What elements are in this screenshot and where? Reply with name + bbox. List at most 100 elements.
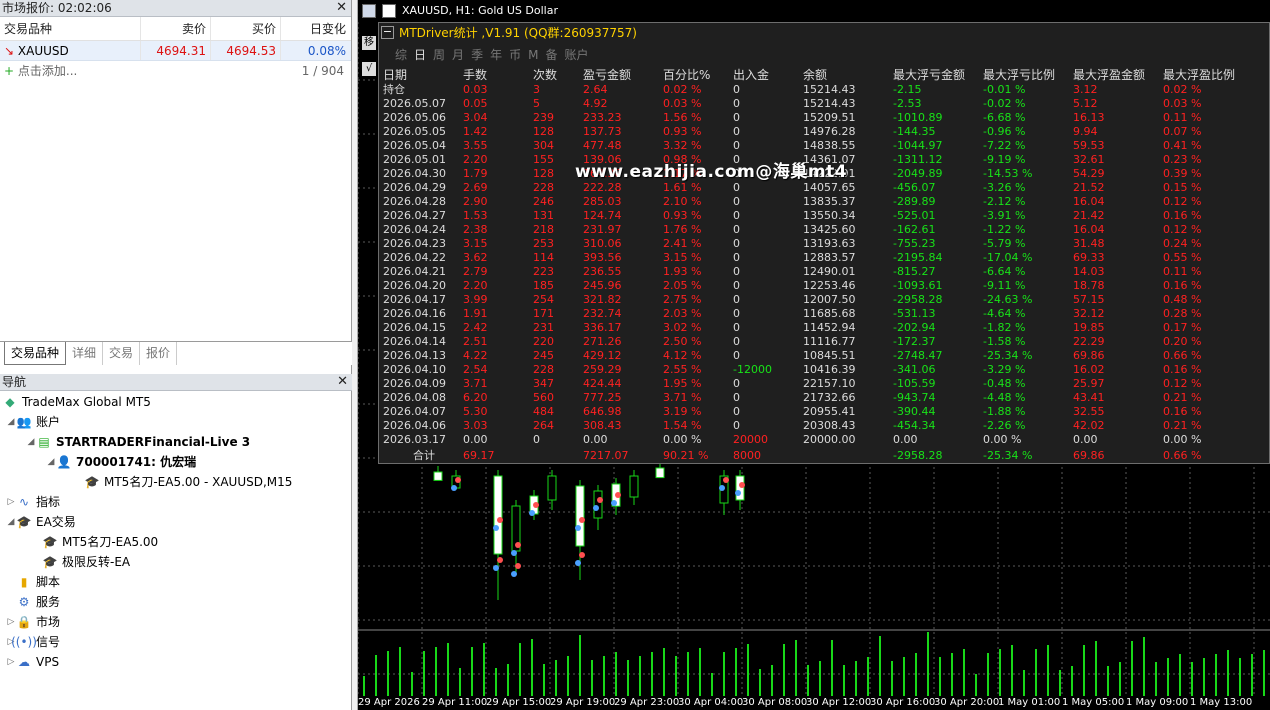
stats-cell: 3.32 %: [663, 139, 702, 152]
stats-tab-7[interactable]: M: [528, 48, 538, 62]
stats-cell: 2026.04.24: [383, 223, 446, 236]
services-gear-icon: ⚙: [18, 595, 30, 609]
ea1-label: MT5名刀-EA5.00: [62, 535, 159, 549]
tree-account[interactable]: ◢ 👤 700001741: 仇宏瑞: [0, 452, 352, 472]
tree-vps[interactable]: ▷ ☁ VPS: [0, 652, 352, 672]
services-label: 服务: [36, 595, 61, 609]
stats-cell: 2026.04.14: [383, 335, 446, 348]
stats-total-cell: [803, 447, 893, 465]
stats-cell: 308.43: [583, 419, 622, 432]
tab-details[interactable]: 详细: [66, 342, 104, 365]
col-ask[interactable]: 买价: [210, 17, 280, 40]
stats-cell: 0.12 %: [1163, 377, 1202, 390]
stats-cell: -7.22 %: [983, 139, 1026, 152]
stats-cell: 20955.41: [803, 405, 856, 418]
trade-marker: [493, 525, 499, 531]
tree-indicators[interactable]: ▷ ∿ 指标: [0, 492, 352, 512]
tree-ea2[interactable]: 🎓 极限反转-EA: [0, 552, 352, 572]
chart-window[interactable]: XAUUSD, H1: Gold US Dollar 移 √ − MTDrive…: [358, 0, 1270, 710]
stats-cell: 1.76 %: [663, 223, 702, 236]
close-icon[interactable]: ✕: [336, 0, 347, 16]
stats-cell: 59.53: [1073, 139, 1105, 152]
tree-root[interactable]: ◆ TradeMax Global MT5: [0, 392, 352, 412]
stats-tab-5[interactable]: 年: [490, 48, 502, 62]
stats-tab-4[interactable]: 季: [471, 48, 483, 62]
tab-trading[interactable]: 交易: [103, 342, 141, 365]
stats-cell: 69.86: [1073, 349, 1105, 362]
stats-cell: 3.19 %: [663, 405, 702, 418]
tab-symbols[interactable]: 交易品种: [4, 342, 67, 365]
stats-cell: 43.41: [1073, 391, 1105, 404]
stats-cell: -162.61: [893, 223, 936, 236]
side-marker-icon[interactable]: √: [362, 62, 376, 76]
expand-arrow-icon[interactable]: ◢: [6, 512, 16, 532]
stats-row: 2026.04.22 3.62 114 393.56 3.15 % 0 12883.57 -2…: [383, 251, 1243, 265]
stats-tab-9[interactable]: 账户: [564, 48, 588, 62]
collapse-arrow-icon[interactable]: ▷: [6, 492, 16, 512]
minimize-icon[interactable]: −: [381, 26, 394, 39]
stats-cell: 1.93 %: [663, 265, 702, 278]
candle-body: [655, 467, 665, 479]
stats-tab-1[interactable]: 日: [414, 48, 426, 62]
tree-accounts[interactable]: ◢ 👥 账户: [0, 412, 352, 432]
stats-row: 2026.04.16 1.91 171 232.74 2.03 % 0 11685.68 -5…: [383, 307, 1243, 321]
stats-cell: 2.20: [463, 279, 488, 292]
stats-cell: 2.79: [463, 265, 488, 278]
x-axis-label: 30 Apr 20:00: [934, 697, 1000, 708]
close-icon[interactable]: ✕: [337, 374, 348, 390]
col-symbol[interactable]: 交易品种: [0, 17, 140, 40]
collapse-arrow-icon[interactable]: ▷: [6, 612, 16, 632]
expand-arrow-icon[interactable]: ◢: [26, 432, 36, 452]
side-marker-icon[interactable]: 移: [362, 36, 376, 50]
stats-cell: 2026.05.05: [383, 125, 446, 138]
tree-signals[interactable]: ▷ ((•)) 信号: [0, 632, 352, 652]
stats-tab-3[interactable]: 月: [452, 48, 464, 62]
cloud-icon: ☁: [18, 655, 30, 669]
stats-cell: -2.53: [893, 97, 922, 110]
stats-cell: 1.56 %: [663, 111, 702, 124]
stats-cell: -1311.12: [893, 153, 943, 166]
stats-cell: 0.16 %: [1163, 405, 1202, 418]
expert-icon: 🎓: [84, 475, 100, 489]
tree-ea1[interactable]: 🎓 MT5名刀-EA5.00: [0, 532, 352, 552]
tree-scripts[interactable]: ▮ 脚本: [0, 572, 352, 592]
stats-tab-2[interactable]: 周: [433, 48, 445, 62]
stats-tab-6[interactable]: 币: [509, 48, 521, 62]
stats-cell: 3.03: [463, 419, 488, 432]
stats-tab-8[interactable]: 备: [545, 48, 557, 62]
stats-tab-0[interactable]: 综: [395, 48, 407, 62]
collapse-arrow-icon[interactable]: ▷: [6, 652, 16, 672]
tree-services[interactable]: ⚙ 服务: [0, 592, 352, 612]
col-change[interactable]: 日变化: [280, 17, 350, 40]
stats-cell: 0: [733, 321, 740, 334]
stats-cell: 13193.63: [803, 237, 856, 250]
stats-cell: 0.17 %: [1163, 321, 1202, 334]
chart-menu-icon[interactable]: [362, 4, 376, 18]
stats-cell: -755.23: [893, 237, 936, 250]
expand-arrow-icon[interactable]: ◢: [6, 412, 16, 432]
tree-market[interactable]: ▷ 🔒 市场: [0, 612, 352, 632]
add-symbol-row[interactable]: + 点击添加... 1 / 904: [0, 61, 351, 81]
stats-cell: 3.71: [463, 377, 488, 390]
bar-chart-icon[interactable]: [382, 4, 396, 18]
stats-cell: 4.92: [583, 97, 608, 110]
market-watch-title: 市场报价: 02:02:06 ✕: [0, 0, 351, 17]
scripts-label: 脚本: [36, 575, 61, 589]
tree-server[interactable]: ◢ ▤ STARTRADERFinancial-Live 3: [0, 432, 352, 452]
stats-cell: -1044.97: [893, 139, 943, 152]
stats-cell: -815.27: [893, 265, 936, 278]
tree-ea-trading[interactable]: ◢ 🎓 EA交易: [0, 512, 352, 532]
stats-cell: -5.79 %: [983, 237, 1026, 250]
server-icon: ▤: [38, 435, 50, 449]
stats-cell: 2.05 %: [663, 279, 702, 292]
expand-arrow-icon[interactable]: ◢: [46, 452, 56, 472]
stats-cell: 0.00 %: [983, 433, 1022, 446]
tree-attached-ea[interactable]: 🎓 MT5名刀-EA5.00 - XAUUSD,M15: [0, 472, 352, 492]
stats-cell: -1.88 %: [983, 405, 1026, 418]
stats-header-cell: 最大浮盈金额: [1073, 68, 1146, 82]
stats-row: 2026.04.24 2.38 218 231.97 1.76 % 0 13425.60 -1…: [383, 223, 1243, 237]
col-bid[interactable]: 卖价: [140, 17, 210, 40]
symbol-row[interactable]: ↘ XAUUSD 4694.31 4694.53 0.08%: [0, 41, 351, 61]
trade-marker: [515, 542, 521, 548]
tab-ticks[interactable]: 报价: [140, 342, 178, 365]
